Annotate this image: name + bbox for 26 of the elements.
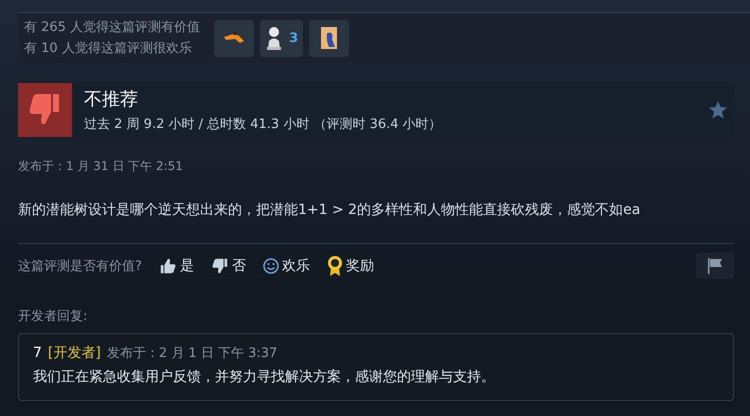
helpful-count: 有 265 人觉得这篇评测有价值 [24, 19, 200, 37]
review-verdict: 不推荐 [84, 88, 139, 110]
award-badge[interactable] [214, 20, 254, 56]
thumbs-up-icon [158, 256, 177, 274]
award-icon [326, 254, 343, 276]
posted-date: 发布于：1 月 31 日 下午 2:51 [18, 158, 184, 175]
developer-reply-heading: 开发者回复: [18, 308, 88, 325]
helpful-question: 这篇评测是否有价值? [18, 258, 142, 274]
smiley-icon [262, 258, 279, 274]
award-badge[interactable]: 3 [260, 20, 304, 56]
playtime-hours: 过去 2 周 9.2 小时 / 总时数 41.3 小时 （评测时 36.4 小时） [84, 116, 443, 132]
award-badge[interactable] [309, 20, 350, 56]
developer-tag: [开发者] [48, 344, 101, 362]
review-text: 新的潜能树设计是哪个逆天想出来的，把潜能1+1 > 2的多样性和人物性能直接砍残废，感觉不如ea [18, 201, 642, 219]
scroll-icon [319, 25, 340, 51]
reply-text: 我们正在紧急收集用户反馈，并努力寻找解决方案，感谢您的理解与支持。 [33, 368, 496, 386]
hand-icon [223, 31, 246, 45]
developer-name: 7 [33, 345, 42, 361]
bust-icon [265, 26, 284, 50]
funny-count: 有 10 人觉得这篇评测很欢乐 [24, 40, 193, 58]
star-icon[interactable] [708, 100, 728, 120]
thumbs-down-icon [210, 256, 229, 274]
award-count: 3 [289, 30, 298, 46]
reply-date: 发布于：2 月 1 日 下午 3:37 [106, 345, 278, 362]
flag-icon [706, 256, 724, 274]
report-flag-button[interactable] [696, 252, 734, 278]
